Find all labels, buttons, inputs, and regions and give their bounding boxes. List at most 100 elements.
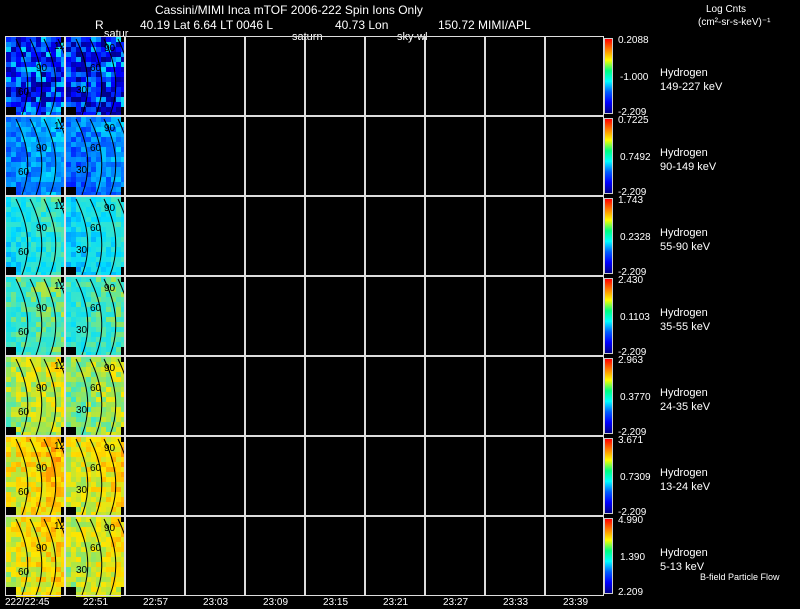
- grid-cell: [125, 116, 185, 196]
- time-tick-label: 22:57: [143, 597, 169, 608]
- grid-cell: [5, 116, 65, 196]
- grid-cell: [245, 436, 305, 516]
- grid-cell: [125, 196, 185, 276]
- time-tick-label: 23:39: [563, 597, 589, 608]
- channel-species: Hydrogen: [660, 67, 708, 79]
- time-tick-label: 23:15: [323, 597, 349, 608]
- grid-cell: [545, 116, 604, 196]
- channel-species: Hydrogen: [660, 547, 708, 559]
- channel-energy: 24-35 keV: [660, 401, 711, 413]
- channel-energy: 5-13 keV: [660, 561, 705, 573]
- grid-cell: [365, 116, 425, 196]
- grid-cell: [185, 276, 245, 356]
- grid-cell: [545, 36, 604, 116]
- time-tick-label: 222/22:45: [5, 597, 50, 608]
- colorbar-mid: 0.2328: [620, 232, 651, 243]
- grid-cell: [5, 196, 65, 276]
- time-tick-label: 22:51: [83, 597, 109, 608]
- grid-cell: [425, 36, 485, 116]
- grid-cell: [485, 116, 545, 196]
- grid-cell: [125, 276, 185, 356]
- grid-cell: [425, 116, 485, 196]
- grid-cell: [65, 516, 125, 596]
- grid-cell: [125, 356, 185, 436]
- channel-species: Hydrogen: [660, 147, 708, 159]
- grid-cell: [245, 196, 305, 276]
- grid-cell: [365, 436, 425, 516]
- grid-cell: [65, 36, 125, 116]
- grid-cell: [485, 356, 545, 436]
- colorbar-max: 1.743: [618, 195, 644, 206]
- grid-cell: [545, 196, 604, 276]
- grid-cell: [305, 196, 365, 276]
- grid-cell: [245, 276, 305, 356]
- grid-cell: [65, 196, 125, 276]
- grid-cell: [485, 436, 545, 516]
- time-tick-label: 23:33: [503, 597, 529, 608]
- grid-cell: [185, 36, 245, 116]
- grid-cell: [425, 356, 485, 436]
- channel-energy: 55-90 keV: [660, 241, 711, 253]
- grid-cell: [485, 276, 545, 356]
- grid-cell: [305, 436, 365, 516]
- grid-cell: [545, 516, 604, 596]
- colorbar-max: 4.990: [618, 515, 644, 526]
- colorbar-min: 2.209: [618, 587, 644, 598]
- grid-cell: [485, 36, 545, 116]
- colorbar: [604, 518, 613, 594]
- grid-cell: [305, 36, 365, 116]
- colorbar-mid: 0.7309: [620, 472, 651, 483]
- colorbar-mid: 0.3770: [620, 392, 651, 403]
- time-tick-label: 23:09: [263, 597, 289, 608]
- grid-cell: [185, 356, 245, 436]
- grid-cell: [125, 36, 185, 116]
- time-tick-label: 23:27: [443, 597, 469, 608]
- channel-species: Hydrogen: [660, 227, 708, 239]
- colorbar: [604, 118, 613, 194]
- channel-species: Hydrogen: [660, 467, 708, 479]
- colorbar: [604, 38, 613, 114]
- colorbar-max: 3.671: [618, 435, 644, 446]
- grid-cell: [305, 276, 365, 356]
- grid-cell: [185, 196, 245, 276]
- grid-cell: [245, 116, 305, 196]
- grid-cell: [425, 196, 485, 276]
- channel-energy: 149-227 keV: [660, 81, 723, 93]
- channel-energy: 35-55 keV: [660, 321, 711, 333]
- grid-cell: [425, 516, 485, 596]
- time-tick-label: 23:03: [203, 597, 229, 608]
- colorbar: [604, 278, 613, 354]
- colorbar-mid: 0.7492: [620, 152, 651, 163]
- grid-cell: [185, 116, 245, 196]
- colorbar-max: 0.2088: [618, 35, 649, 46]
- grid-cell: [65, 276, 125, 356]
- grid-cell: [365, 36, 425, 116]
- grid-cell: [545, 276, 604, 356]
- grid-cell: [245, 36, 305, 116]
- grid-cell: [125, 516, 185, 596]
- grid-cell: [5, 276, 65, 356]
- grid-cell: [305, 356, 365, 436]
- grid-cell: [245, 356, 305, 436]
- colorbar: [604, 438, 613, 514]
- grid-cell: [365, 516, 425, 596]
- grid-cell: [485, 516, 545, 596]
- channel-species: Hydrogen: [660, 307, 708, 319]
- grid-cell: [305, 116, 365, 196]
- grid-cell: [65, 436, 125, 516]
- time-tick-label: 23:21: [383, 597, 409, 608]
- grid-cell: [365, 196, 425, 276]
- colorbar-mid: 1.390: [620, 552, 646, 563]
- grid-cell: [545, 436, 604, 516]
- grid-cell: [365, 356, 425, 436]
- grid-cell: [185, 516, 245, 596]
- grid-cell: [5, 36, 65, 116]
- grid-cell: [425, 276, 485, 356]
- channel-energy: 13-24 keV: [660, 481, 711, 493]
- grid-cell: [365, 276, 425, 356]
- grid-cell: [5, 436, 65, 516]
- colorbar-max: 2.963: [618, 355, 644, 366]
- grid-cell: [65, 356, 125, 436]
- grid-cell: [545, 356, 604, 436]
- grid-cell: [245, 516, 305, 596]
